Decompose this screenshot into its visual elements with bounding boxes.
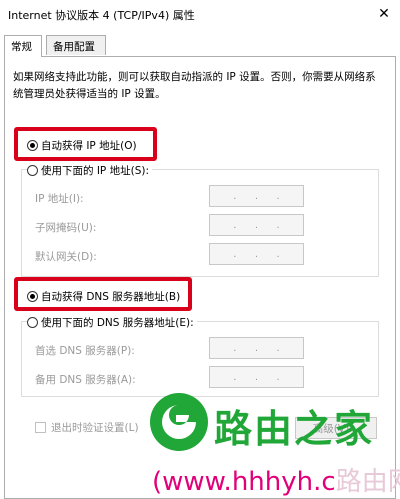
preferred-dns-input[interactable]: ...: [209, 337, 304, 359]
tab-general[interactable]: 常规: [4, 35, 42, 57]
radio-selected-icon: [27, 291, 38, 302]
tab-alternate-config[interactable]: 备用配置: [46, 35, 106, 55]
ip-address-label: IP 地址(I):: [35, 193, 84, 205]
manual-dns-label: 使用下面的 DNS 服务器地址(E):: [41, 317, 194, 329]
auto-dns-label: 自动获得 DNS 服务器地址(B): [41, 291, 181, 303]
ip-address-input[interactable]: ...: [209, 185, 304, 207]
manual-ip-radio[interactable]: 使用下面的 IP 地址(S):: [27, 163, 152, 178]
default-gateway-label: 默认网关(D):: [35, 251, 97, 263]
default-gateway-input[interactable]: ...: [209, 243, 304, 265]
radio-unselected-icon: [27, 165, 38, 176]
subnet-mask-input[interactable]: ...: [209, 214, 304, 236]
auto-dns-radio[interactable]: 自动获得 DNS 服务器地址(B): [27, 289, 180, 304]
manual-ip-label: 使用下面的 IP 地址(S):: [41, 165, 149, 177]
watermark-url: (www.hhhyh.c路由网: [152, 467, 400, 497]
validate-on-exit-checkbox[interactable]: 退出时验证设置(L): [35, 420, 139, 435]
subnet-mask-label: 子网掩码(U):: [35, 222, 97, 234]
radio-selected-icon: [27, 140, 38, 151]
checkbox-icon: [35, 422, 46, 433]
description-text: 如果网络支持此功能，则可以获取自动指派的 IP 设置。否则，你需要从网络系统管理…: [13, 71, 376, 100]
watermark-brand: 路由之家: [214, 407, 375, 451]
auto-ip-label: 自动获得 IP 地址(O): [41, 140, 137, 152]
auto-ip-radio[interactable]: 自动获得 IP 地址(O): [27, 138, 137, 153]
window-title: Internet 协议版本 4 (TCP/IPv4) 属性: [8, 9, 195, 22]
alternate-dns-label: 备用 DNS 服务器(A):: [35, 374, 136, 386]
alternate-dns-input[interactable]: ...: [209, 366, 304, 388]
radio-unselected-icon: [27, 317, 38, 328]
title-bar: Internet 协议版本 4 (TCP/IPv4) 属性 ✕: [0, 0, 400, 30]
close-icon[interactable]: ✕: [368, 0, 400, 28]
manual-dns-radio[interactable]: 使用下面的 DNS 服务器地址(E):: [27, 315, 197, 330]
preferred-dns-label: 首选 DNS 服务器(P):: [35, 345, 135, 357]
validate-on-exit-label: 退出时验证设置(L): [51, 422, 139, 434]
